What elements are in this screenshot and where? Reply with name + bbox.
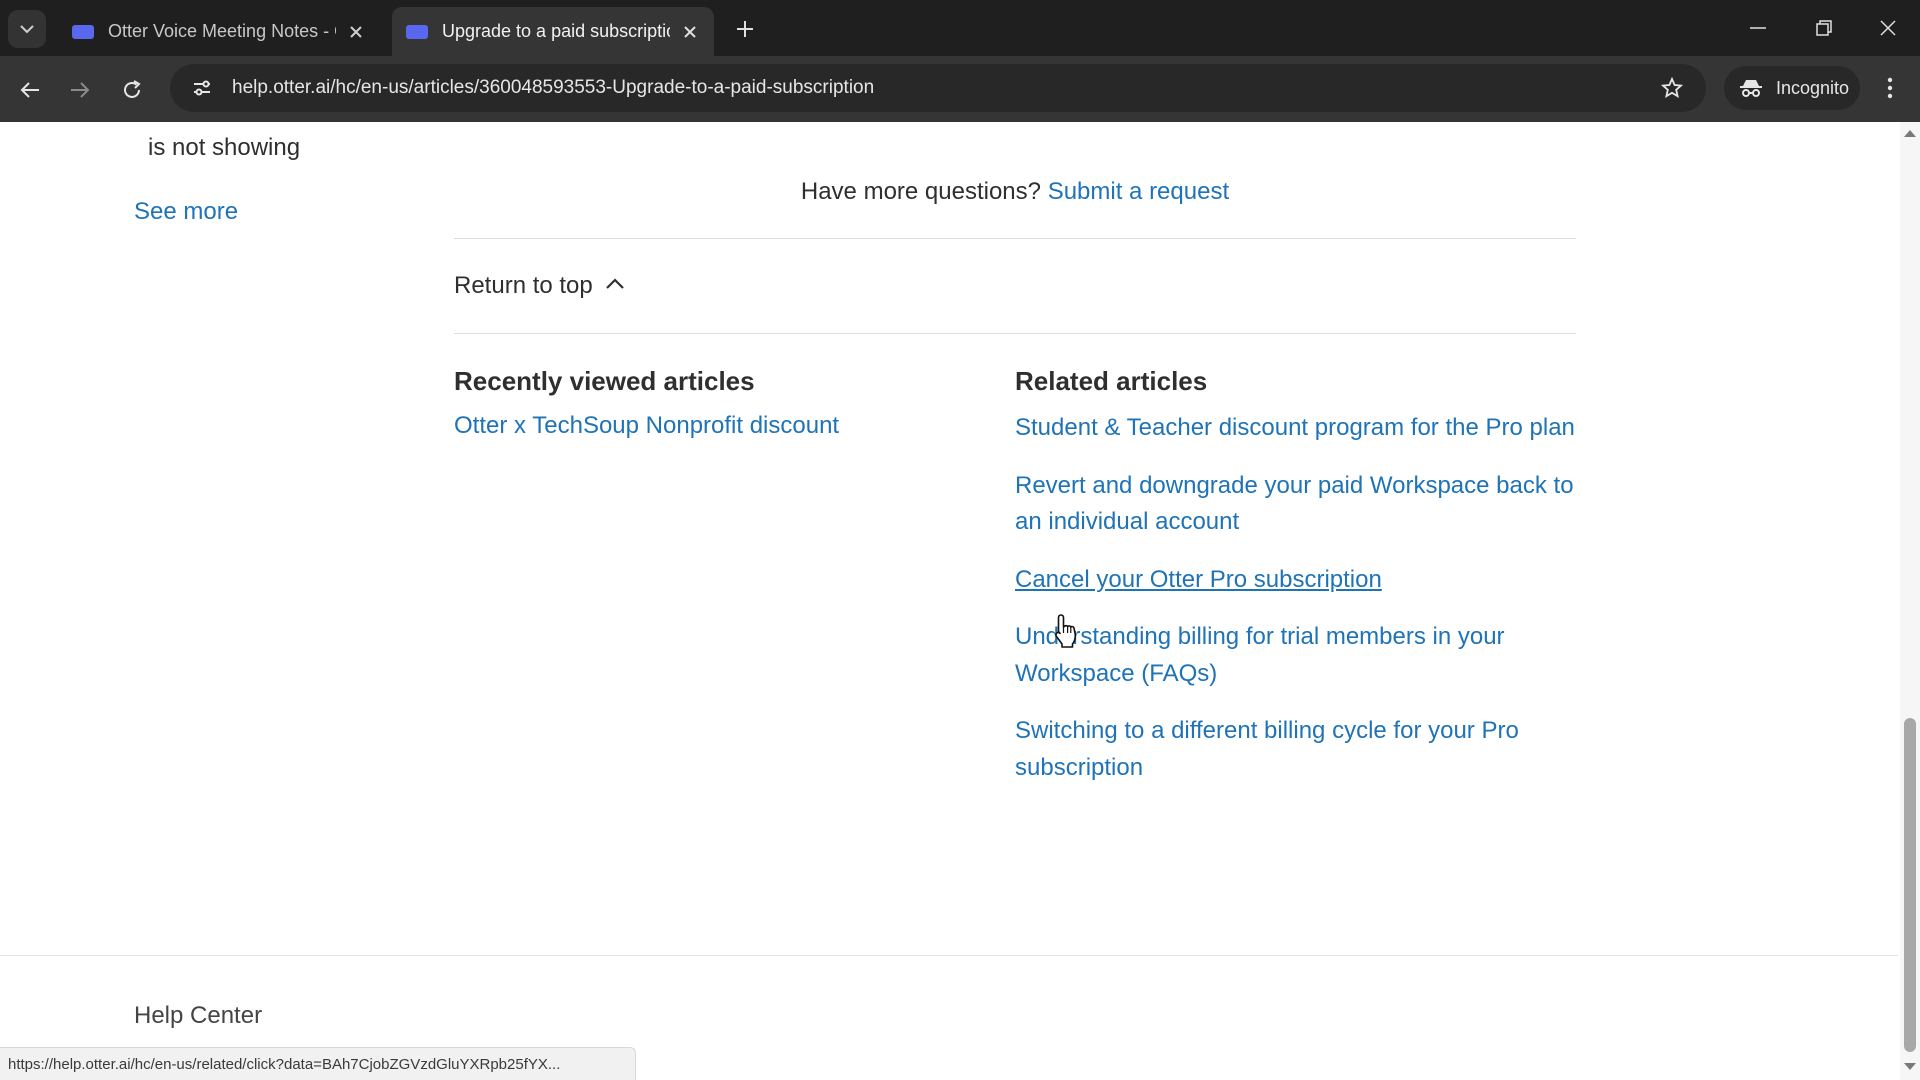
chevron-down-icon <box>20 25 34 34</box>
otter-favicon-icon <box>406 24 428 39</box>
related-article-link[interactable]: Switching to a different billing cycle f… <box>1015 713 1575 786</box>
chevron-up-icon <box>605 278 624 289</box>
related-articles-heading: Related articles <box>1015 366 1208 396</box>
tab-title: Otter Voice Meeting Notes - Ot <box>108 21 336 41</box>
browser-menu-button[interactable] <box>1872 70 1908 106</box>
more-questions-text: Have more questions? <box>800 178 1042 205</box>
tab-upgrade-to-paid-subscription[interactable]: Upgrade to a paid subscription <box>392 7 714 56</box>
reload-button[interactable] <box>114 72 150 108</box>
incognito-indicator[interactable]: Incognito <box>1724 66 1860 110</box>
tab-otter-voice-meeting-notes[interactable]: Otter Voice Meeting Notes - Ot <box>58 7 380 56</box>
return-to-top-link[interactable]: Return to top <box>454 272 625 300</box>
incognito-label: Incognito <box>1776 77 1850 98</box>
more-vertical-icon <box>1887 77 1893 99</box>
otter-favicon-icon <box>72 24 94 39</box>
more-questions: Have more questions? Submit a request <box>454 178 1576 206</box>
divider <box>454 238 1576 239</box>
close-tab-icon[interactable] <box>680 21 701 43</box>
new-tab-button[interactable] <box>730 14 760 44</box>
related-article-link[interactable]: Understanding billing for trial members … <box>1015 619 1575 692</box>
address-bar[interactable]: help.otter.ai/hc/en-us/articles/36004859… <box>170 64 1706 112</box>
bookmark-star-icon[interactable] <box>1654 70 1690 106</box>
tab-search-button[interactable] <box>8 10 46 48</box>
arrow-right-icon <box>71 82 90 98</box>
url-text[interactable]: help.otter.ai/hc/en-us/articles/36004859… <box>232 77 874 99</box>
related-article-link[interactable]: Revert and downgrade your paid Workspace… <box>1015 468 1575 541</box>
help-article-page: is not showing See more Have more questi… <box>0 122 1920 1080</box>
back-button[interactable] <box>12 72 48 108</box>
incognito-icon <box>1738 77 1764 99</box>
recently-viewed-item[interactable]: Otter x TechSoup Nonprofit discount <box>454 412 839 440</box>
related-article-link[interactable]: Cancel your Otter Pro subscription <box>1015 562 1575 599</box>
divider <box>454 333 1576 334</box>
hand-pointer-cursor-icon <box>1055 614 1077 648</box>
scroll-up-arrow-icon[interactable] <box>1903 128 1917 138</box>
close-icon <box>1880 20 1896 36</box>
scrollbar-thumb[interactable] <box>1904 718 1916 1052</box>
forward-button[interactable] <box>62 72 98 108</box>
close-window-button[interactable] <box>1870 12 1906 44</box>
site-settings-icon[interactable] <box>184 70 220 106</box>
footer-divider <box>0 955 1898 956</box>
see-more-link[interactable]: See more <box>134 198 238 226</box>
minimize-icon <box>1750 27 1766 29</box>
plus-icon <box>737 21 753 37</box>
restore-icon <box>1816 20 1832 36</box>
related-articles-list: Student & Teacher discount program for t… <box>1015 410 1575 807</box>
scroll-down-arrow-icon[interactable] <box>1903 1062 1917 1072</box>
footer-help-center-link[interactable]: Help Center <box>134 1002 262 1030</box>
related-article-link[interactable]: Student & Teacher discount program for t… <box>1015 410 1575 447</box>
arrow-left-icon <box>20 82 39 98</box>
close-tab-icon[interactable] <box>346 21 366 43</box>
link-status-bar: https://help.otter.ai/hc/en-us/related/c… <box>0 1047 636 1080</box>
restore-window-button[interactable] <box>1806 12 1842 44</box>
tab-strip: Otter Voice Meeting Notes - Ot Upgrade t… <box>0 0 1920 56</box>
reload-icon <box>124 80 141 98</box>
tab-title: Upgrade to a paid subscription <box>442 21 670 41</box>
submit-request-link[interactable]: Submit a request <box>1048 178 1229 205</box>
minimize-window-button[interactable] <box>1740 12 1776 44</box>
return-to-top-label: Return to top <box>454 272 593 299</box>
sidebar-article-link-tail[interactable]: is not showing <box>148 134 300 162</box>
recently-viewed-heading: Recently viewed articles <box>454 366 755 396</box>
